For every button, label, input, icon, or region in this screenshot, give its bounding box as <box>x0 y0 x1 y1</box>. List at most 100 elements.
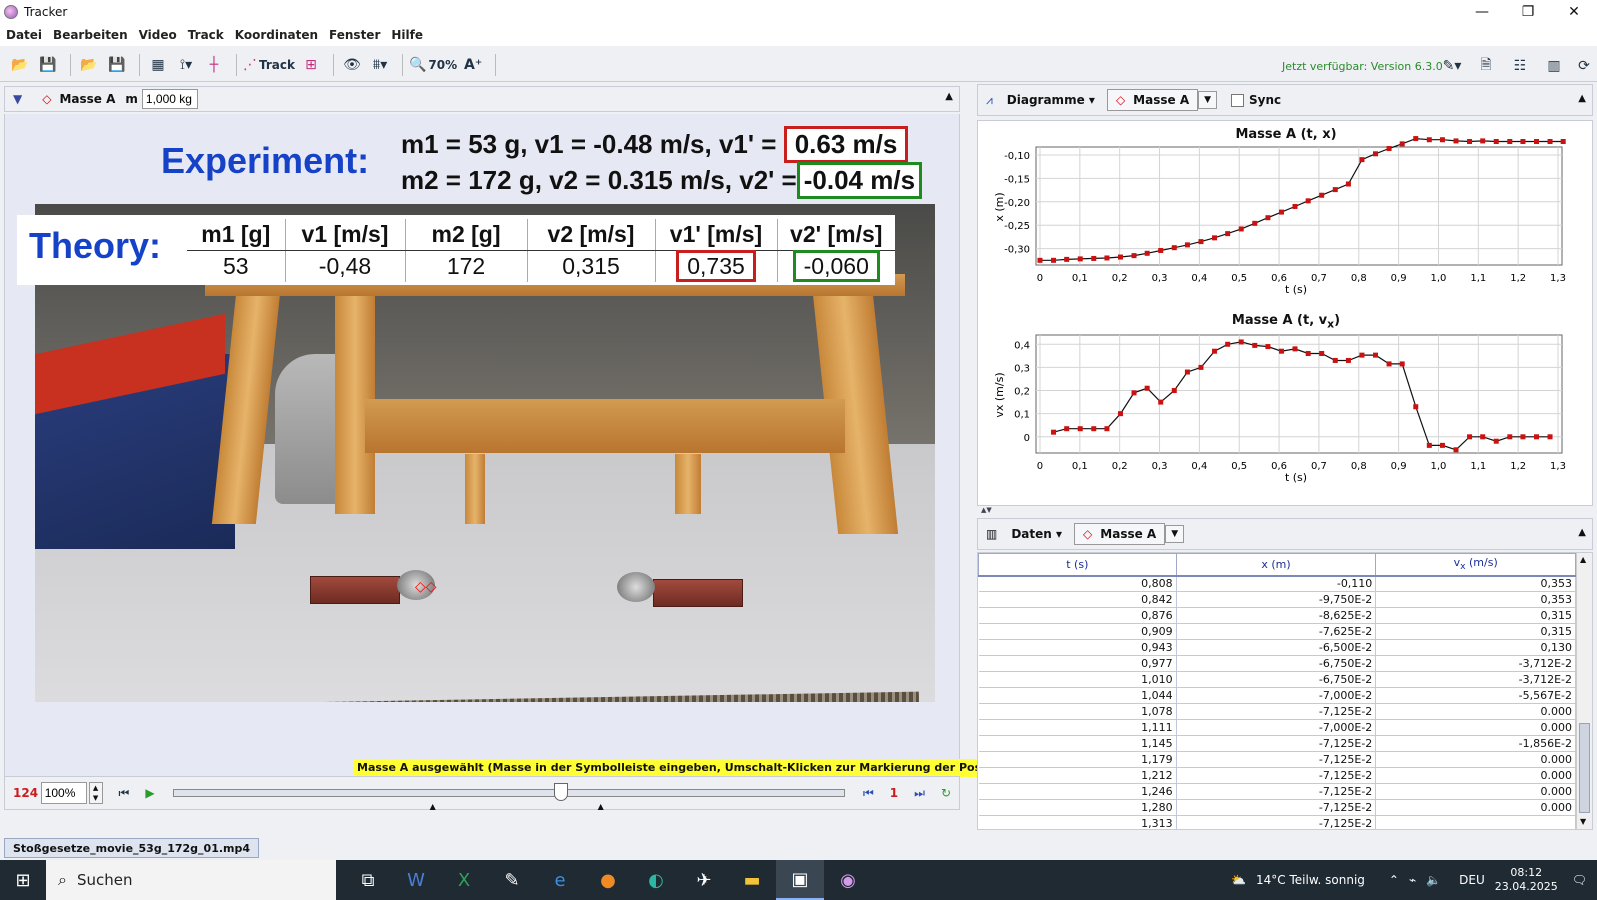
data-point[interactable] <box>1319 351 1325 357</box>
tracker-taskbar-icon[interactable]: ✎ <box>488 860 536 900</box>
data-point[interactable] <box>1533 138 1539 144</box>
table-row[interactable]: 1,078 -7,125E-2 0.000 <box>978 703 1576 720</box>
table-cell[interactable]: 1,179 <box>978 751 1177 768</box>
table-cell[interactable]: 0,808 <box>978 575 1177 592</box>
menu-fenster[interactable]: Fenster <box>329 28 380 42</box>
data-point[interactable] <box>1453 447 1459 453</box>
table-cell[interactable]: 1,044 <box>978 687 1177 704</box>
table-row[interactable]: 1,212 -7,125E-2 0.000 <box>978 767 1576 784</box>
menu-datei[interactable]: Datei <box>6 28 42 42</box>
table-cell[interactable]: -7,125E-2 <box>1175 735 1377 752</box>
table-cell[interactable]: 0.000 <box>1375 751 1576 768</box>
taskbar-search[interactable]: ⌕ Suchen <box>46 860 336 900</box>
data-point[interactable] <box>1292 203 1298 209</box>
table-row[interactable]: 0,808 -0,110 0,353 <box>978 575 1576 592</box>
column-header-vx[interactable]: vx (m/s) <box>1375 553 1576 577</box>
firefox-icon[interactable]: ● <box>584 860 632 900</box>
table-cell[interactable]: 0,353 <box>1375 575 1576 592</box>
data-track-dropdown-icon[interactable]: ▼ <box>1165 525 1185 543</box>
table-row[interactable]: 1,145 -7,125E-2 -1,856E-2 <box>978 735 1576 752</box>
notes-icon[interactable]: 🗎 <box>1474 54 1498 78</box>
data-point[interactable] <box>1345 357 1351 363</box>
table-scrollbar[interactable]: ▲ ▼ <box>1576 553 1592 829</box>
table-cell[interactable]: -7,125E-2 <box>1175 783 1377 800</box>
table-row[interactable]: 1,246 -7,125E-2 0.000 <box>978 783 1576 800</box>
data-point[interactable] <box>1144 250 1150 256</box>
selected-track-name[interactable]: Masse A <box>59 92 115 106</box>
minimize-button[interactable]: — <box>1459 0 1505 24</box>
table-cell[interactable]: -7,125E-2 <box>1175 815 1377 829</box>
table-cell[interactable]: 1,212 <box>978 767 1177 784</box>
data-point[interactable] <box>1051 257 1057 263</box>
menu-hilfe[interactable]: Hilfe <box>391 28 423 42</box>
data-point[interactable] <box>1064 426 1070 432</box>
data-point[interactable] <box>1467 434 1473 440</box>
data-point[interactable] <box>1426 442 1432 448</box>
language-indicator[interactable]: DEU <box>1459 873 1485 887</box>
menu-video[interactable]: Video <box>139 28 177 42</box>
data-point[interactable] <box>1158 399 1164 405</box>
data-point[interactable] <box>1117 411 1123 417</box>
clip-settings-icon[interactable]: ▦ <box>146 53 170 77</box>
data-point[interactable] <box>1064 256 1070 262</box>
table-cell[interactable]: 0,353 <box>1375 591 1576 608</box>
data-point[interactable] <box>1131 253 1137 259</box>
zoom-button[interactable]: 🔍 70% <box>409 53 457 77</box>
data-point[interactable] <box>1386 361 1392 367</box>
table-cell[interactable]: -6,750E-2 <box>1175 655 1377 672</box>
data-point[interactable] <box>1104 426 1110 432</box>
table-row[interactable]: 1,010 -6,750E-2 -3,712E-2 <box>978 671 1576 688</box>
open-video-icon[interactable]: 📂 <box>77 53 101 77</box>
step-size[interactable]: 1 <box>890 786 898 800</box>
axes-icon[interactable]: ┼ <box>202 53 226 77</box>
data-point[interactable] <box>1399 361 1405 367</box>
collapse-arrow-icon[interactable]: ▲ <box>1578 527 1586 538</box>
scroll-down-icon[interactable]: ▼ <box>1580 817 1586 826</box>
data-point[interactable] <box>1238 339 1244 345</box>
trail-icon[interactable]: ⩩▾ <box>368 53 392 77</box>
clock[interactable]: 08:12 23.04.2025 <box>1495 866 1558 894</box>
data-point[interactable] <box>1507 138 1513 144</box>
data-point[interactable] <box>1252 220 1258 226</box>
data-point[interactable] <box>1399 141 1405 147</box>
data-point[interactable] <box>1238 226 1244 232</box>
table-cell[interactable]: 0,943 <box>978 639 1177 656</box>
data-point[interactable] <box>1507 434 1513 440</box>
data-point[interactable] <box>1171 388 1177 394</box>
close-button[interactable]: ✕ <box>1551 0 1597 24</box>
data-point[interactable] <box>1319 192 1325 198</box>
notifications-icon[interactable]: 🗨 <box>1572 873 1587 887</box>
table-cell[interactable]: 1,010 <box>978 671 1177 688</box>
data-point[interactable] <box>1332 187 1338 193</box>
data-point[interactable] <box>1051 429 1057 435</box>
data-point[interactable] <box>1453 138 1459 144</box>
zoom-spinner[interactable]: ▲ ▼ <box>88 782 103 804</box>
data-point[interactable] <box>1184 242 1190 248</box>
mass-input[interactable] <box>141 89 198 109</box>
data-point[interactable] <box>1413 404 1419 410</box>
data-point[interactable] <box>1265 344 1271 350</box>
pencil-icon[interactable]: ✎▾ <box>1440 54 1464 78</box>
table-cell[interactable]: -5,567E-2 <box>1375 687 1576 704</box>
data-point[interactable] <box>1158 247 1164 253</box>
table-row[interactable]: 1,313 -7,125E-2 <box>978 815 1576 829</box>
table-row[interactable]: 0,842 -9,750E-2 0,353 <box>978 591 1576 608</box>
table-cell[interactable]: -0,110 <box>1175 575 1377 592</box>
table-row[interactable]: 0,909 -7,625E-2 0,315 <box>978 623 1576 640</box>
panel-splitter-icon[interactable]: ▲▼ <box>977 506 1593 514</box>
data-track-selector[interactable]: ◇ Masse A <box>1074 523 1166 545</box>
play-icon[interactable]: ▶ <box>145 786 154 800</box>
data-point[interactable] <box>1480 138 1486 144</box>
plot-view-dropdown[interactable]: Diagramme ▾ <box>1007 93 1095 107</box>
data-point[interactable] <box>1305 351 1311 357</box>
video-zoom-input[interactable] <box>40 782 87 804</box>
data-point[interactable] <box>1560 138 1566 144</box>
network-icon[interactable]: ⌁ <box>1409 873 1416 887</box>
tracker-app-taskbar-icon[interactable]: ◉ <box>824 860 872 900</box>
table-cell[interactable]: -7,000E-2 <box>1175 687 1377 704</box>
sync-checkbox[interactable]: Sync <box>1231 93 1281 107</box>
start-frame-marker-icon[interactable]: ▲ <box>430 802 436 811</box>
table-row[interactable]: 0,876 -8,625E-2 0,315 <box>978 607 1576 624</box>
game-icon[interactable]: ✈ <box>680 860 728 900</box>
table-cell[interactable]: -6,750E-2 <box>1175 671 1377 688</box>
